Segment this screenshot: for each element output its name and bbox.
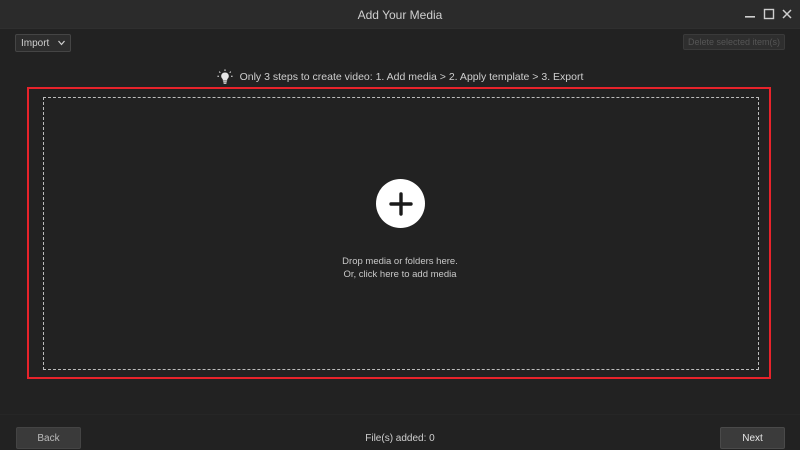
close-button[interactable] [779,6,795,22]
plus-icon [388,191,413,216]
toolbar-divider [0,28,800,29]
dropzone-hint: Drop media or folders here. [342,256,458,267]
files-added-count: File(s) added: 0 [365,433,435,444]
import-label: Import [21,37,50,49]
title-bar: Add Your Media [0,0,800,28]
steps-tip: Only 3 steps to create video: 1. Add med… [0,69,800,85]
close-icon [782,9,792,19]
maximize-icon [763,8,775,20]
lightbulb-icon [216,69,233,85]
delete-selected-button[interactable]: Delete selected item(s) [683,34,785,50]
footer-divider [0,414,800,415]
import-dropdown[interactable]: Import [15,34,71,52]
chevron-down-icon [58,40,65,46]
dropzone-click-hint: Or, click here to add media [343,269,457,280]
add-media-button[interactable] [376,179,425,228]
next-button[interactable]: Next [720,427,785,449]
minimize-icon [745,16,755,18]
add-media-window: Add Your Media Import Delete selected it… [0,0,800,450]
tip-text: Only 3 steps to create video: 1. Add med… [239,71,584,83]
maximize-button[interactable] [761,6,777,22]
minimize-button[interactable] [742,6,758,22]
media-dropzone[interactable] [43,97,759,370]
window-title: Add Your Media [357,8,443,22]
